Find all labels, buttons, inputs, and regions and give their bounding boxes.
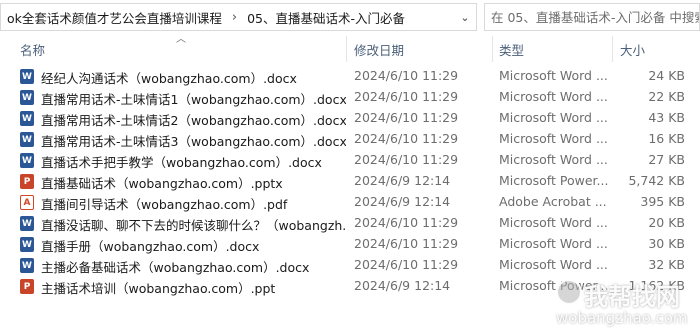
file-size: 5,742 KB — [628, 173, 685, 188]
file-name: 直播没话聊、聊不下去的时候该聊什么？（wobangzh... — [41, 218, 346, 233]
file-name: 直播常用话术-土味情话1（wobangzhao.com）.docx — [41, 92, 346, 107]
word-doc-icon: W — [20, 111, 34, 126]
powerpoint-icon: P — [20, 279, 34, 294]
file-type: Microsoft Word ... — [499, 131, 608, 146]
file-row[interactable]: W 直播没话聊、聊不下去的时候该聊什么？（wobangzh... 2024/6/… — [0, 213, 700, 234]
file-row[interactable]: W 主播必备基础话术（wobangzhao.com）.docx 2024/6/1… — [0, 255, 700, 276]
word-doc-icon: W — [20, 216, 34, 231]
file-size: 27 KB — [648, 152, 685, 167]
word-doc-icon: W — [20, 90, 34, 105]
file-date: 2024/6/10 11:29 — [354, 131, 459, 146]
file-type: Microsoft Power... — [499, 173, 609, 188]
file-size: 24 KB — [648, 68, 685, 83]
breadcrumb-item-current[interactable]: 05、直播基础话术-入门必备 — [241, 8, 411, 27]
pdf-icon: A — [20, 195, 34, 210]
file-size: 43 KB — [648, 110, 685, 125]
file-name: 直播常用话术-土味情话3（wobangzhao.com）.docx — [41, 134, 346, 149]
chevron-right-icon[interactable]: › — [228, 10, 241, 25]
column-divider[interactable] — [612, 36, 613, 62]
file-date: 2024/6/10 11:29 — [354, 68, 459, 83]
watermark: 我帮找网 wobangzhao.com — [556, 279, 696, 331]
file-row[interactable]: W 直播话术手把手教学（wobangzhao.com）.docx 2024/6/… — [0, 150, 700, 171]
file-list: W 经纪人沟通话术（wobangzhao.com）.docx 2024/6/10… — [0, 66, 700, 297]
search-box[interactable] — [484, 3, 700, 31]
file-size: 16 KB — [648, 131, 685, 146]
column-header-date[interactable]: 修改日期 — [354, 40, 404, 59]
file-date: 2024/6/9 12:14 — [354, 173, 451, 188]
sort-ascending-icon[interactable]: ︿ — [176, 30, 186, 45]
file-name: 经纪人沟通话术（wobangzhao.com）.docx — [41, 71, 297, 86]
chevron-down-icon[interactable]: ⌄ — [454, 4, 476, 30]
column-header-row: ︿ 名称 修改日期 类型 大小 — [0, 34, 700, 62]
file-size: 30 KB — [648, 236, 685, 251]
watermark-logo-icon — [556, 279, 582, 305]
word-doc-icon: W — [20, 132, 34, 147]
file-date: 2024/6/10 11:29 — [354, 257, 459, 272]
column-divider[interactable] — [346, 36, 347, 62]
file-type: Microsoft Word ... — [499, 152, 608, 167]
word-doc-icon: W — [20, 258, 34, 273]
column-header-type[interactable]: 类型 — [499, 40, 524, 59]
file-row[interactable]: W 直播手册（wobangzhao.com）.docx 2024/6/10 11… — [0, 234, 700, 255]
file-row[interactable]: W 直播常用话术-土味情话1（wobangzhao.com）.docx 2024… — [0, 87, 700, 108]
file-size: 32 KB — [648, 257, 685, 272]
file-name: 主播必备基础话术（wobangzhao.com）.docx — [41, 260, 310, 275]
file-name: 直播间引导话术（wobangzhao.com）.pdf — [41, 197, 288, 212]
file-date: 2024/6/10 11:29 — [354, 152, 459, 167]
file-type: Microsoft Word ... — [499, 68, 608, 83]
word-doc-icon: W — [20, 237, 34, 252]
watermark-text: 我帮找网 — [584, 283, 680, 311]
breadcrumb-item-parent[interactable]: ok全套话术颜值才艺公会直播培训课程 — [1, 8, 228, 27]
file-date: 2024/6/10 11:29 — [354, 236, 459, 251]
file-type: Microsoft Word ... — [499, 215, 608, 230]
file-row[interactable]: W 直播常用话术-土味情话3（wobangzhao.com）.docx 2024… — [0, 129, 700, 150]
file-date: 2024/6/10 11:29 — [354, 215, 459, 230]
watermark-url: wobangzhao.com — [556, 309, 688, 327]
file-name: 主播话术培训（wobangzhao.com）.ppt — [41, 281, 276, 296]
file-row[interactable]: A 直播间引导话术（wobangzhao.com）.pdf 2024/6/9 1… — [0, 192, 700, 213]
file-name: 直播基础话术（wobangzhao.com）.pptx — [41, 176, 283, 191]
column-header-name[interactable]: 名称 — [20, 40, 45, 59]
file-date: 2024/6/10 11:29 — [354, 110, 459, 125]
file-date: 2024/6/10 11:29 — [354, 89, 459, 104]
file-name: 直播话术手把手教学（wobangzhao.com）.docx — [41, 155, 322, 170]
search-input[interactable] — [491, 9, 699, 25]
address-bar[interactable]: ok全套话术颜值才艺公会直播培训课程 › 05、直播基础话术-入门必备 ⌄ — [0, 3, 477, 31]
file-type: Microsoft Word ... — [499, 89, 608, 104]
top-bar: ok全套话术颜值才艺公会直播培训课程 › 05、直播基础话术-入门必备 ⌄ — [0, 0, 700, 34]
file-size: 20 KB — [648, 215, 685, 230]
column-divider[interactable] — [492, 36, 493, 62]
file-row[interactable]: W 经纪人沟通话术（wobangzhao.com）.docx 2024/6/10… — [0, 66, 700, 87]
file-row[interactable]: P 直播基础话术（wobangzhao.com）.pptx 2024/6/9 1… — [0, 171, 700, 192]
file-type: Adobe Acrobat ... — [499, 194, 607, 209]
column-header-size[interactable]: 大小 — [620, 40, 645, 59]
file-name: 直播常用话术-土味情话2（wobangzhao.com）.docx — [41, 113, 346, 128]
file-type: Microsoft Word ... — [499, 110, 608, 125]
word-doc-icon: W — [20, 69, 34, 84]
file-size: 22 KB — [648, 89, 685, 104]
powerpoint-icon: P — [20, 174, 34, 189]
file-date: 2024/6/9 12:14 — [354, 194, 451, 209]
file-type: Microsoft Word ... — [499, 236, 608, 251]
file-date: 2024/6/9 12:14 — [354, 278, 451, 293]
file-type: Microsoft Word ... — [499, 257, 608, 272]
file-row[interactable]: W 直播常用话术-土味情话2（wobangzhao.com）.docx 2024… — [0, 108, 700, 129]
file-name: 直播手册（wobangzhao.com）.docx — [41, 239, 260, 254]
file-size: 395 KB — [640, 194, 685, 209]
word-doc-icon: W — [20, 153, 34, 168]
